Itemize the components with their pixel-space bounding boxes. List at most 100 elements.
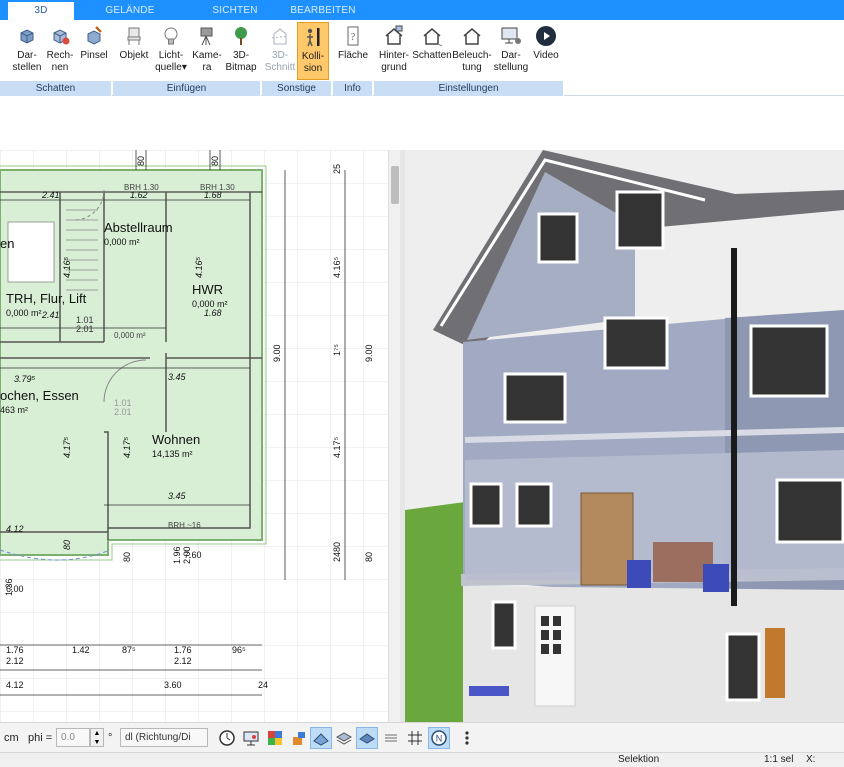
video-play-icon [536,26,556,46]
hintergrund-label-1: Hinter- [378,50,409,61]
degree-label: ° [108,732,113,744]
rechnen-button[interactable]: Rech- nen [44,22,76,80]
phi-spinner[interactable]: ▲ ▼ [90,728,104,747]
phi-input[interactable] [56,728,90,747]
schatten-settings-button[interactable]: Schatten [412,22,452,80]
plan-vertical-scrollbar[interactable] [388,150,400,722]
north-tool[interactable]: N [428,727,450,749]
unit-label: cm [4,732,19,744]
schnitt-label-2: Schnitt [264,62,296,73]
flaeche-button[interactable]: ? Fläche [336,22,370,80]
hintergrund-label-2: grund [381,62,407,73]
layers-tool[interactable] [333,727,355,749]
hintergrund-button[interactable]: Hinter- grund [376,22,412,80]
group-label-info: Info [333,81,373,96]
dim-label: 4.17⁵ [62,436,72,458]
lichtquelle-button[interactable]: Licht- quelle▾ [153,22,189,80]
kollision-button[interactable]: Kolli- sion [297,22,329,80]
cube-shade-icon [20,29,34,44]
room-name-trh: TRH, Flur, Lift [6,291,87,306]
dim-label: 4.12 [6,524,24,534]
objekt-button[interactable]: Objekt [117,22,151,80]
kollision-label-2: sion [303,63,323,74]
clock-tool[interactable] [216,727,238,749]
dim-label: 4.16⁵ [332,256,342,278]
dim-label: 2.41 [41,190,60,200]
dim-label: 6.00 [6,584,24,594]
dim-label: 2.12 [174,656,192,666]
status-bar: Selektion 1:1 sel X: [0,752,844,767]
direction-select[interactable]: dl (Richtung/Di [120,728,208,747]
darstellung-button[interactable]: Dar- stellung [492,22,530,80]
flaeche-label: Fläche [337,50,368,61]
brh-label: BRH 1.30 [200,183,235,192]
video-button[interactable]: Video [530,22,562,80]
brh-label: BRH ~16 [168,521,201,530]
dim-label: 96⁵ [232,645,246,655]
plane-tool[interactable] [356,727,378,749]
schnitt-button[interactable]: 3D- Schnitt [264,22,296,80]
bitmap-button[interactable]: 3D- Bitmap [223,22,259,80]
dim-label: 1.76 [174,645,192,655]
status-mode: Selektion [618,754,660,765]
pinsel-button[interactable]: Pinsel [78,22,110,80]
surface-tool[interactable] [310,727,332,749]
group-info: ? Fläche Info [333,20,373,96]
dim-label: 4.12 [6,680,24,690]
spin-down-icon[interactable]: ▼ [94,739,101,746]
group-label-einfuegen: Einfügen [113,81,261,96]
plane-icon [359,733,375,744]
spin-up-icon[interactable]: ▲ [94,730,101,737]
dim-label: 87⁵ [122,645,136,655]
chair-icon [127,27,141,45]
darstellung-label-2: stellung [493,62,529,73]
lichtquelle-label-2: quelle [155,62,182,73]
collision-person-icon [307,28,320,47]
scrollbar-thumb[interactable] [391,166,399,204]
camera-icon [200,27,213,46]
floor-plan-view[interactable]: Abstellraum 0,000 m² HWR 0,000 m² TRH, F… [0,150,398,722]
lawn [405,502,465,722]
dim-label: 3.79⁵ [14,374,36,384]
darstellen-button[interactable]: Dar- stellen [10,22,44,80]
paint-tool[interactable] [288,727,310,749]
rechnen-label-2: nen [51,62,69,73]
dim-label: 2480 [332,542,342,562]
tab-3d[interactable]: 3D [8,2,74,20]
schnitt-label-1: 3D- [271,50,289,61]
lichtquelle-label-2-wrap: quelle▾ [153,62,189,74]
3d-view[interactable] [405,150,844,722]
grid-tool[interactable] [404,727,426,749]
dim-label: 24 [258,680,268,690]
beleuchtung-button[interactable]: Beleuch- tung [452,22,492,80]
presentation-tool[interactable] [240,727,262,749]
dim-label: 7.60 [184,550,202,560]
tab-sichten[interactable]: SICHTEN [200,2,270,20]
dim-label: 4.17⁵ [122,436,132,458]
3d-render-canvas[interactable] [405,150,844,722]
material-tool[interactable] [264,727,286,749]
dropdown-arrow-icon: ▾ [181,62,187,73]
more-tool[interactable] [456,727,478,749]
darstellen-label-2: stellen [12,62,42,73]
dim-label: 80 [122,552,132,562]
kollision-label-1: Kolli- [301,51,325,62]
dim-label: 25 [332,164,342,174]
ribbon-tab-bar: 3D GELÄNDE SICHTEN BEARBEITEN [0,0,844,20]
stack-icon [385,734,397,742]
stack-tool[interactable] [380,727,402,749]
material-icon [268,731,282,745]
darstellung-label-1: Dar- [501,50,521,61]
room-name-cut: en [0,236,14,251]
dim-label: 80 [136,156,146,166]
group-label-einstellungen: Einstellungen [374,81,564,96]
tab-bearbeiten[interactable]: BEARBEITEN [288,2,358,20]
beleuchtung-label-1: Beleuch- [452,50,492,61]
paint-icon [293,732,305,745]
tab-gelaende[interactable]: GELÄNDE [98,2,162,20]
floor-plan-canvas[interactable]: Abstellraum 0,000 m² HWR 0,000 m² TRH, F… [0,150,398,722]
status-x-coordinate: X: [806,754,816,765]
kamera-label-1: Kame- [192,50,222,61]
kamera-button[interactable]: Kame- ra [191,22,223,80]
layers-icon [335,732,353,745]
